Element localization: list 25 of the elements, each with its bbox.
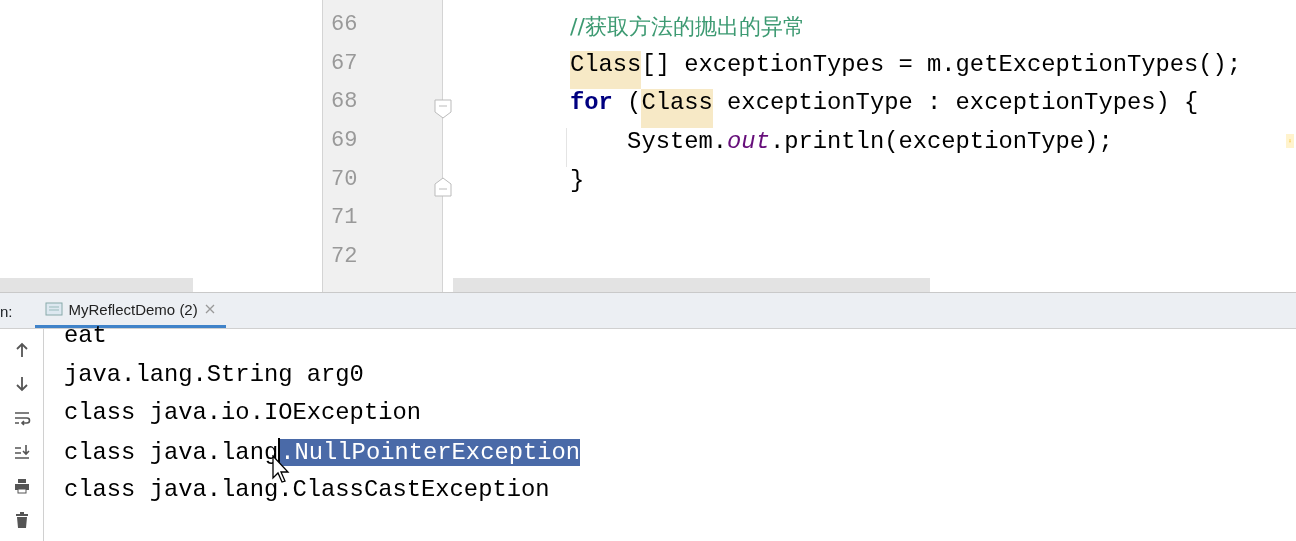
scrollbar[interactable] <box>0 278 193 292</box>
code-line: System.out.println(exceptionType); <box>626 128 1113 158</box>
code-line: } <box>570 166 585 196</box>
code-line: //获取方法的抛出的异常 <box>570 13 805 41</box>
line-number: 71 <box>331 205 358 231</box>
selected-text: .NullPointerException <box>280 438 581 466</box>
code-line: for (Class exceptionType : exceptionTypes) { <box>570 89 1199 129</box>
print-icon[interactable] <box>12 477 31 495</box>
console-text: java.lang.String arg0 <box>64 360 364 388</box>
scroll-to-end-icon[interactable] <box>12 443 31 461</box>
line-number: 68 <box>331 89 358 115</box>
line-number: 66 <box>331 12 358 37</box>
console-text: class java.lang.ClassCastException <box>64 476 550 503</box>
console-text: class java.io.IOException <box>64 399 421 426</box>
code-line: Class[] exceptionTypes = m.getExceptionTypes(); <box>570 50 1242 90</box>
console-text: class java.lang <box>64 438 279 466</box>
line-number: 69 <box>331 128 358 154</box>
console-icon <box>44 301 63 317</box>
soft-wrap-icon[interactable] <box>12 409 31 427</box>
change-marker-icon <box>1286 134 1294 148</box>
line-number: 70 <box>331 166 358 192</box>
scrollbar[interactable] <box>453 278 930 292</box>
panel-label: n: <box>0 302 13 322</box>
line-number: 67 <box>331 50 358 76</box>
line-number: 72 <box>331 244 358 270</box>
